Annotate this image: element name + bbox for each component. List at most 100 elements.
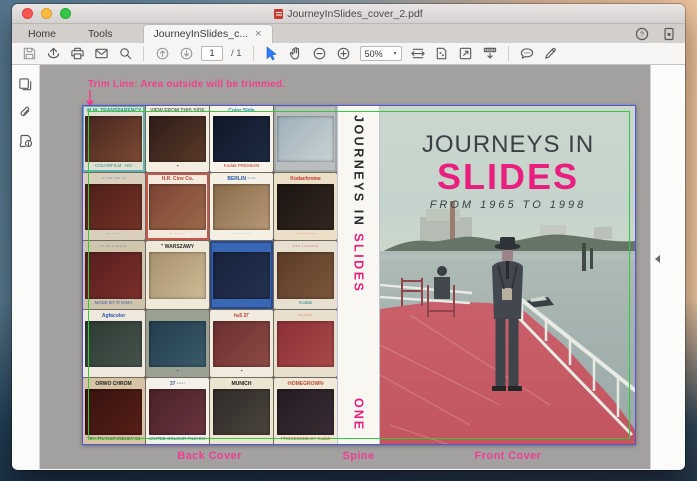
photo-slide-19: MUNICH <box>210 377 273 445</box>
slide-top-label <box>149 312 206 321</box>
slide-bottom-label <box>149 299 206 307</box>
help-icon[interactable]: ? <box>635 27 649 41</box>
comment-button[interactable] <box>516 45 538 63</box>
slide-top-label: ·M.M· TRANSPARENCY <box>85 108 142 114</box>
front-title-line1: JOURNEYS IN <box>421 131 595 158</box>
mobile-device-icon[interactable] <box>663 27 675 41</box>
photo-slide-16: ··· ····· <box>274 309 337 377</box>
panel-toggle-icon[interactable] <box>655 254 660 263</box>
page-thumbnails-icon[interactable] <box>18 77 33 92</box>
slide-bottom-label <box>277 367 334 375</box>
scrolling-mode-button[interactable] <box>479 45 501 63</box>
photo-slide-8: Kodachrome ····· ·· ····· <box>274 173 337 241</box>
document-canvas[interactable]: Trim Line: Area outside will be trimmed.… <box>40 65 650 469</box>
slide-photo <box>149 388 206 435</box>
search-icon[interactable] <box>114 45 136 63</box>
slide-top-label: 37 ····· <box>169 380 186 387</box>
page-number-input[interactable] <box>201 46 223 61</box>
print-button[interactable] <box>66 45 88 63</box>
slide-photo <box>277 388 334 435</box>
slide-top-label: BERLIN ····· <box>227 176 256 183</box>
front-title-line2: SLIDES <box>436 156 580 197</box>
slide-photo <box>213 116 270 163</box>
photo-slide-17: ORWO CHROM TIFA TRANSPARENCY 84 <box>82 377 145 445</box>
slide-bottom-label: ▪ <box>176 367 179 373</box>
zoom-in-button[interactable] <box>333 45 355 63</box>
minimize-window-button[interactable] <box>41 8 52 19</box>
slide-photo <box>277 320 334 367</box>
chevron-down-icon: ▾ <box>393 51 397 57</box>
photo-slide-1: ·M.M· TRANSPARENCY · COLORFILM · NO · <box>82 105 145 173</box>
zoom-window-button[interactable] <box>60 8 71 19</box>
next-page-button[interactable] <box>175 45 197 63</box>
right-panel-collapsed[interactable] <box>650 65 685 469</box>
front-cover-titles: JOURNEYS IN SLIDES FROM 1965 TO 1998 <box>380 131 636 211</box>
actual-size-button[interactable] <box>455 45 477 63</box>
svg-text:?: ? <box>640 29 644 38</box>
slide-top-label: H.R. Cine Co. <box>161 176 194 183</box>
slide-photo <box>213 320 270 367</box>
photo-slide-15: №5 2Г ▪ <box>210 309 273 377</box>
slide-top-label: Agfacolor <box>101 312 126 319</box>
slide-top-label: №5 2Г <box>233 312 250 319</box>
zoom-level-select[interactable]: 50% ▾ <box>359 46 402 61</box>
spine: JOURNEYS IN SLIDES ONE <box>337 105 380 445</box>
slide-top-label <box>213 243 270 252</box>
slide-bottom-label: ·· ····· ·· <box>169 231 186 237</box>
photo-slide-12: ····· ·········· Kodak <box>274 241 337 309</box>
tab-document[interactable]: JourneyInSlides_c... × <box>142 24 273 43</box>
fit-page-button[interactable] <box>431 45 453 63</box>
slide-top-label: ·HOMEGROWN· <box>286 380 325 387</box>
photo-slide-9: ·· ··· · ···· ·· MADE BY ⬭ KIMA <box>82 241 145 309</box>
photo-slide-3: Color Slide Kodak PREMIUM <box>210 105 273 173</box>
hand-tool-button[interactable] <box>285 45 307 63</box>
slide-top-label <box>277 107 334 116</box>
slide-bottom-label: UNITED COLOUR FILM EST. <box>149 435 206 441</box>
photo-slide-11 <box>210 241 273 309</box>
slide-photo <box>213 184 270 231</box>
pdf-file-icon <box>274 8 284 19</box>
slide-bottom-label <box>277 162 334 170</box>
window-title: JourneyInSlides_cover_2.pdf <box>12 8 685 20</box>
share-button[interactable] <box>42 45 64 63</box>
slide-bottom-label <box>213 435 270 443</box>
pencil-sign-button[interactable] <box>540 45 562 63</box>
save-button[interactable] <box>18 45 40 63</box>
titlebar: JourneyInSlides_cover_2.pdf <box>12 4 685 24</box>
slide-photo <box>149 116 206 163</box>
fit-width-button[interactable] <box>407 45 429 63</box>
photo-slide-14: ▪ <box>146 309 209 377</box>
photo-slide-10: " WARSZAWY <box>146 241 209 309</box>
slide-top-label: VIEW FROM THIS SIDE <box>150 108 205 114</box>
slide-bottom-label: ····· ·· ····· <box>295 231 316 237</box>
slide-bottom-label: Kodak <box>299 299 312 305</box>
select-tool-button[interactable] <box>261 45 283 63</box>
close-window-button[interactable] <box>22 8 33 19</box>
slide-photo <box>85 252 142 299</box>
slide-top-label: ····· ·········· <box>292 244 319 251</box>
slide-photo <box>277 116 334 163</box>
attachments-icon[interactable] <box>18 105 33 120</box>
tab-close-icon[interactable]: × <box>255 28 261 40</box>
email-button[interactable] <box>90 45 112 63</box>
slide-photo <box>85 116 142 163</box>
tab-home[interactable]: Home <box>12 24 72 43</box>
tab-document-label: JourneyInSlides_c... <box>153 28 249 40</box>
slide-top-label: " WARSZAWY <box>160 244 195 251</box>
slide-photo <box>85 184 142 231</box>
slide-bottom-label: · COLORFILM · NO · <box>92 163 135 169</box>
document-info-icon[interactable] <box>18 133 34 149</box>
photo-slide-4 <box>274 105 337 173</box>
pdf-page: ·M.M· TRANSPARENCY · COLORFILM · NO · VIEW… <box>82 105 636 445</box>
main-toolbar: / 1 50% ▾ <box>12 43 685 65</box>
previous-page-button[interactable] <box>151 45 173 63</box>
tab-tools[interactable]: Tools <box>72 24 129 43</box>
slide-photo <box>149 184 206 231</box>
slide-photo <box>213 252 270 299</box>
slide-top-label: ·· ···· ···· ·· <box>101 176 126 183</box>
slide-top-label: Color Slide <box>228 108 255 114</box>
front-subtitle: FROM 1965 TO 1998 <box>429 199 587 211</box>
slide-bottom-label: ▪ <box>240 367 243 373</box>
photo-slide-18: 37 ····· UNITED COLOUR FILM EST. <box>146 377 209 445</box>
zoom-out-button[interactable] <box>309 45 331 63</box>
